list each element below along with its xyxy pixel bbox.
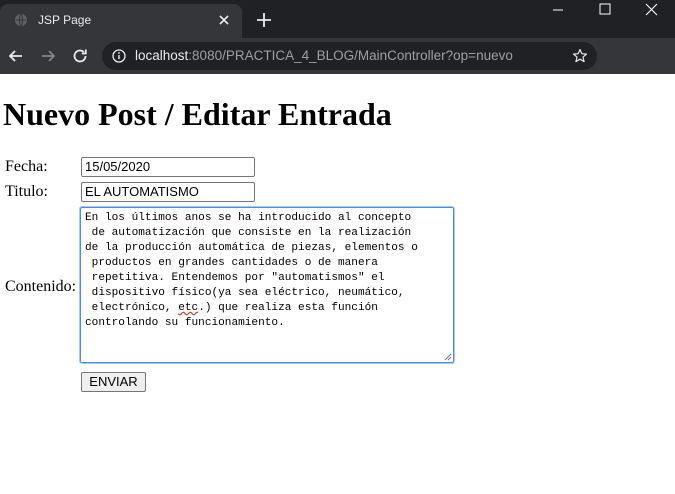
contenido-line: productos en grandes cantidades o de man… xyxy=(85,257,378,269)
contenido-line: controlando su funcionamiento. xyxy=(85,317,285,329)
contenido-textarea[interactable]: En los últimos anos se ha introducido al… xyxy=(79,206,455,364)
arrow-right-icon[interactable] xyxy=(38,46,58,66)
send-button[interactable]: ENVIAR xyxy=(81,372,146,392)
contenido-text: En los últimos anos se ha introducido al… xyxy=(85,211,451,331)
fecha-label: Fecha: xyxy=(5,158,48,175)
tab-title: JSP Page xyxy=(38,13,92,27)
titulo-input[interactable]: EL AUTOMATISMO xyxy=(81,182,255,202)
star-icon[interactable] xyxy=(572,48,588,64)
address-bar[interactable]: localhost:8080/PRACTICA_4_BLOG/MainContr… xyxy=(102,42,597,70)
titulo-label: Titulo: xyxy=(5,183,48,200)
page-title: Nuevo Post / Editar Entrada xyxy=(3,96,392,132)
contenido-line: .) que realiza esta función xyxy=(198,302,378,314)
contenido-line: repetitiva. Entendemos por "automatismos… xyxy=(85,272,385,284)
minimize-icon[interactable] xyxy=(535,0,581,22)
contenido-label: Contenido: xyxy=(5,278,77,295)
globe-icon xyxy=(15,13,27,27)
window-close-icon[interactable] xyxy=(628,0,674,22)
browser-tab[interactable]: JSP Page xyxy=(0,4,242,38)
contenido-line: dispositivo físico(ya sea eléctrico, neu… xyxy=(85,287,405,299)
spellcheck-word: etc xyxy=(178,302,199,314)
url-host: localhost xyxy=(135,48,189,63)
arrow-left-icon[interactable] xyxy=(6,46,26,66)
reload-icon[interactable] xyxy=(70,46,90,66)
tab-strip: JSP Page xyxy=(0,0,675,38)
url-path: :8080/PRACTICA_4_BLOG/MainController?op=… xyxy=(188,48,513,63)
plus-icon[interactable] xyxy=(255,11,273,29)
fecha-input[interactable]: 15/05/2020 xyxy=(81,157,255,177)
contenido-line: electrónico, xyxy=(85,302,179,314)
resize-grip-icon[interactable] xyxy=(442,351,452,361)
contenido-line: En los últimos anos se ha introducido al… xyxy=(85,212,412,224)
browser-toolbar: localhost:8080/PRACTICA_4_BLOG/MainContr… xyxy=(0,38,675,104)
page-content: Nuevo Post / Editar Entrada Fecha: 15/05… xyxy=(0,74,675,494)
contenido-line: de la producción automática de piezas, e… xyxy=(85,242,418,254)
close-icon[interactable] xyxy=(216,12,232,28)
contenido-line: de automatización que consiste en la rea… xyxy=(85,227,412,239)
url-text: localhost:8080/PRACTICA_4_BLOG/MainContr… xyxy=(135,48,513,64)
info-icon[interactable] xyxy=(112,49,126,63)
maximize-icon[interactable] xyxy=(582,0,628,22)
